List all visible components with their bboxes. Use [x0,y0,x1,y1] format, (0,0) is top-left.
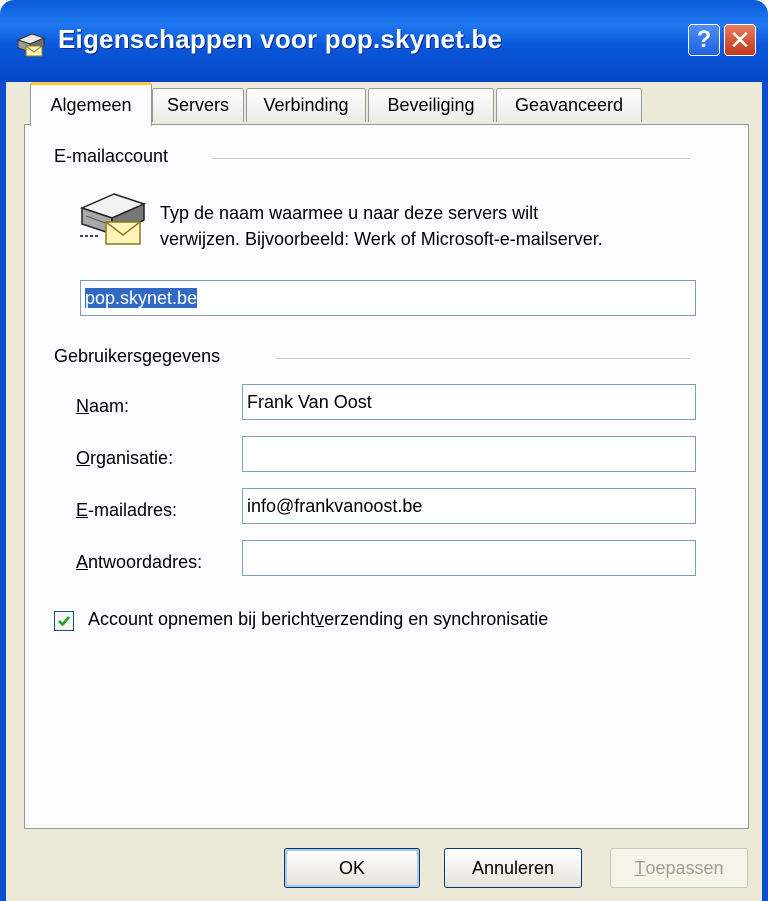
email-account-description-line2: verwijzen. Bijvoorbeeld: Werk of Microso… [160,229,603,249]
apply-button[interactable]: Toepassen [610,848,748,888]
tab-servers[interactable]: Servers [152,88,244,122]
email-account-description-line1: Typ de naam waarmee u naar deze servers … [160,203,539,223]
tab-geavanceerd[interactable]: Geavanceerd [496,88,642,122]
name-value: Frank Van Oost [247,392,372,412]
reply-address-field[interactable] [242,540,696,576]
mail-server-icon [16,33,46,57]
email-address-field[interactable]: info@frankvanoost.be [242,488,696,524]
account-name-input[interactable]: pop.skynet.be [80,280,696,316]
email-account-group-label: E-mailaccount [54,146,169,166]
include-account-label[interactable]: Account opnemen bij berichtverzending en… [88,609,548,630]
tab-label: Servers [166,95,229,115]
include-account-checkbox[interactable] [54,611,74,631]
tab-algemeen[interactable]: Algemeen [30,82,152,126]
organization-label: Organisatie: [76,448,174,468]
name-label: Naam: [76,396,130,416]
group-separator [212,158,690,159]
tab-label: Beveiliging [387,95,475,115]
help-icon: ? [696,26,712,53]
checkmark-icon [58,616,70,627]
cancel-button[interactable]: Annuleren [444,848,582,888]
tab-label: Verbinding [263,95,349,115]
organization-field[interactable] [242,436,696,472]
properties-dialog: Eigenschappen voor pop.skynet.be ? ✕ Alg… [0,0,768,901]
title-bar[interactable]: Eigenschappen voor pop.skynet.be ? ✕ [0,0,768,82]
help-button[interactable]: ? [688,24,720,56]
close-icon: ✕ [729,24,751,55]
account-name-value: pop.skynet.be [85,288,198,308]
close-button[interactable]: ✕ [724,24,756,56]
email-address-label: E-mailadres: [76,500,178,520]
tab-verbinding[interactable]: Verbinding [246,88,366,122]
window-frame-right [762,82,768,901]
email-address-value: info@frankvanoost.be [247,496,423,516]
ok-button[interactable]: OK [284,848,420,888]
tab-label: Algemeen [50,95,132,115]
tab-beveiliging[interactable]: Beveiliging [368,88,494,122]
group-separator [276,358,690,359]
user-info-group-label: Gebruikersgegevens [54,346,221,366]
window-title: Eigenschappen voor pop.skynet.be [58,24,503,54]
mail-server-envelope-icon [79,193,147,245]
reply-address-label: Antwoordadres: [76,552,203,572]
name-field[interactable]: Frank Van Oost [242,384,696,420]
tab-label: Geavanceerd [514,95,624,115]
